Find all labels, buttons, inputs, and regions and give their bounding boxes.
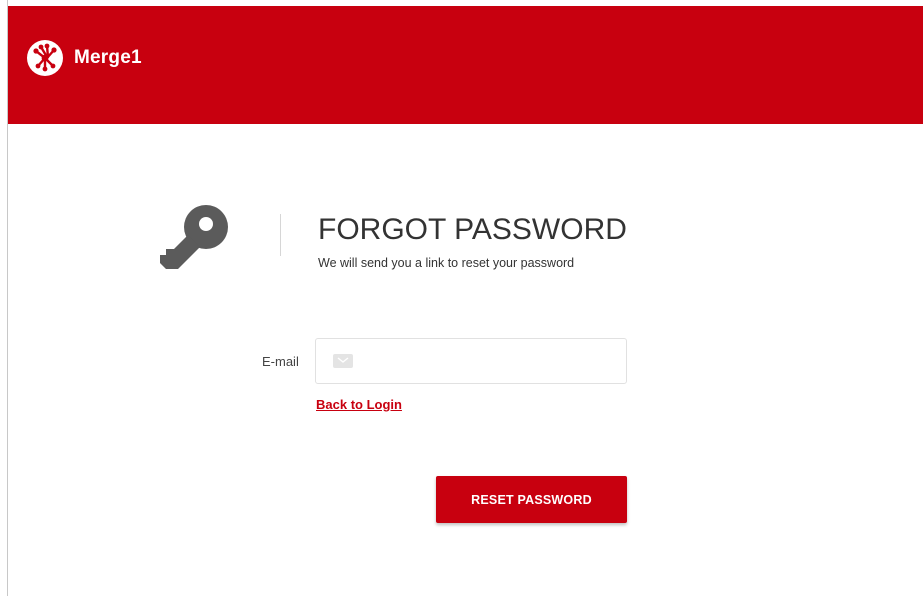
email-field[interactable] [315, 338, 627, 384]
key-icon [160, 205, 228, 269]
app-header: Merge1 [8, 6, 923, 124]
merge1-logo-icon [27, 40, 63, 76]
brand-name: Merge1 [74, 47, 142, 68]
title-divider [280, 214, 281, 256]
email-label: E-mail [262, 354, 299, 369]
page-subtitle: We will send you a link to reset your pa… [318, 256, 575, 270]
brand-logo[interactable]: Merge1 [26, 39, 142, 77]
reset-password-button[interactable]: RESET PASSWORD [436, 476, 627, 523]
back-to-login-link[interactable]: Back to Login [316, 397, 402, 412]
forgot-password-page: Merge1 FORGOT PASSWORD We will send you … [0, 0, 923, 596]
page-title: FORGOT PASSWORD [318, 213, 627, 246]
email-input[interactable] [361, 345, 618, 377]
mail-icon [333, 354, 353, 368]
